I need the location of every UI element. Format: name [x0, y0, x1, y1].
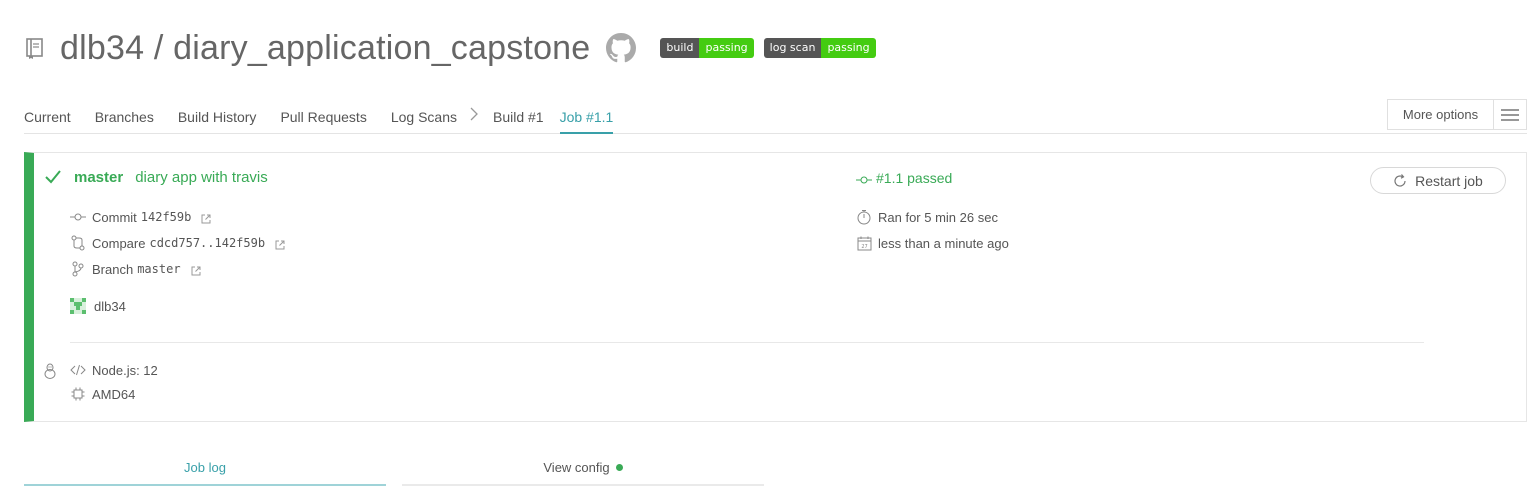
code-icon: [70, 362, 86, 378]
compare-label: Compare: [92, 235, 146, 251]
commit-message: diary app with travis: [135, 168, 268, 186]
commit-row[interactable]: Commit 142f59b: [70, 209, 211, 225]
finished-row: 27 less than a minute ago: [856, 235, 1009, 251]
external-link-icon[interactable]: [191, 264, 201, 276]
language-row: Node.js: 12: [70, 362, 158, 378]
status-badges: build passing log scan passing: [660, 38, 876, 58]
restart-job-label: Restart job: [1415, 172, 1483, 189]
svg-text:27: 27: [861, 244, 867, 250]
tab-current[interactable]: Current: [24, 100, 71, 134]
duration-row: Ran for 5 min 26 sec: [856, 209, 998, 225]
commit-sha[interactable]: 142f59b: [141, 210, 192, 224]
log-scan-status-badge[interactable]: log scan passing: [763, 38, 876, 58]
arch-text: AMD64: [92, 386, 136, 402]
arch-row: AMD64: [70, 386, 135, 402]
breadcrumb-chevron-icon: [469, 100, 479, 134]
commit-icon: [856, 172, 872, 184]
repo-nav-tabs: Current Branches Build History Pull Requ…: [24, 100, 1527, 134]
tab-pull-requests[interactable]: Pull Requests: [280, 100, 366, 134]
repo-header: dlb34 / diary_application_capstone build…: [24, 26, 876, 70]
config-status-dot: [615, 464, 623, 472]
badge-status: passing: [821, 38, 876, 58]
view-config-label: View config: [543, 460, 610, 475]
branch-row[interactable]: Branch master: [70, 261, 201, 277]
badge-status: passing: [699, 38, 754, 58]
badge-label: build: [660, 38, 700, 58]
hamburger-menu-icon[interactable]: [1493, 100, 1526, 129]
job-status: #1.1 passed: [856, 170, 952, 186]
cpu-icon: [70, 386, 86, 402]
compare-range[interactable]: cdcd757..142f59b: [149, 236, 265, 250]
external-link-icon[interactable]: [275, 238, 285, 250]
badge-label: log scan: [763, 38, 822, 58]
tab-job[interactable]: Job #1.1: [559, 100, 614, 134]
commit-icon: [70, 209, 86, 225]
tab-job-log[interactable]: Job log: [24, 452, 386, 486]
restart-job-button[interactable]: Restart job: [1370, 167, 1506, 194]
job-header: master diary app with travis: [44, 168, 268, 186]
repository-icon: [24, 36, 46, 60]
compare-row[interactable]: Compare cdcd757..142f59b: [70, 235, 285, 251]
branch-value[interactable]: master: [137, 262, 180, 276]
tab-log-scans[interactable]: Log Scans: [391, 100, 457, 134]
author-name: dlb34: [94, 298, 126, 314]
calendar-icon: 27: [856, 235, 872, 251]
build-status-badge[interactable]: build passing: [660, 38, 754, 58]
tab-build-history[interactable]: Build History: [178, 100, 257, 134]
tab-build[interactable]: Build #1: [493, 100, 544, 134]
restart-icon: [1393, 173, 1407, 188]
card-divider: [70, 342, 1424, 343]
avatar: [70, 298, 86, 314]
tab-branches[interactable]: Branches: [95, 100, 154, 134]
branch-name[interactable]: master: [74, 169, 123, 186]
compare-icon: [70, 235, 86, 251]
branch-icon: [70, 261, 86, 277]
author-row: dlb34: [70, 298, 126, 314]
tab-view-config[interactable]: View config: [402, 452, 764, 486]
job-summary-card: master diary app with travis Commit 142f…: [24, 152, 1527, 422]
commit-label: Commit: [92, 209, 137, 225]
external-link-icon[interactable]: [201, 212, 211, 224]
more-options-label: More options: [1402, 107, 1479, 122]
linux-icon: [43, 363, 57, 379]
duration-text: Ran for 5 min 26 sec: [878, 209, 998, 225]
stopwatch-icon: [856, 209, 872, 225]
repo-title[interactable]: dlb34 / diary_application_capstone: [60, 29, 590, 68]
language-text: Node.js: 12: [92, 362, 158, 378]
check-icon: [44, 168, 62, 186]
job-status-text: #1.1 passed: [876, 170, 953, 186]
finished-text: less than a minute ago: [878, 235, 1009, 251]
github-icon[interactable]: [606, 33, 637, 63]
more-options-button[interactable]: More options: [1387, 99, 1527, 130]
job-log-label: Job log: [184, 460, 226, 475]
branch-label: Branch: [92, 261, 134, 277]
